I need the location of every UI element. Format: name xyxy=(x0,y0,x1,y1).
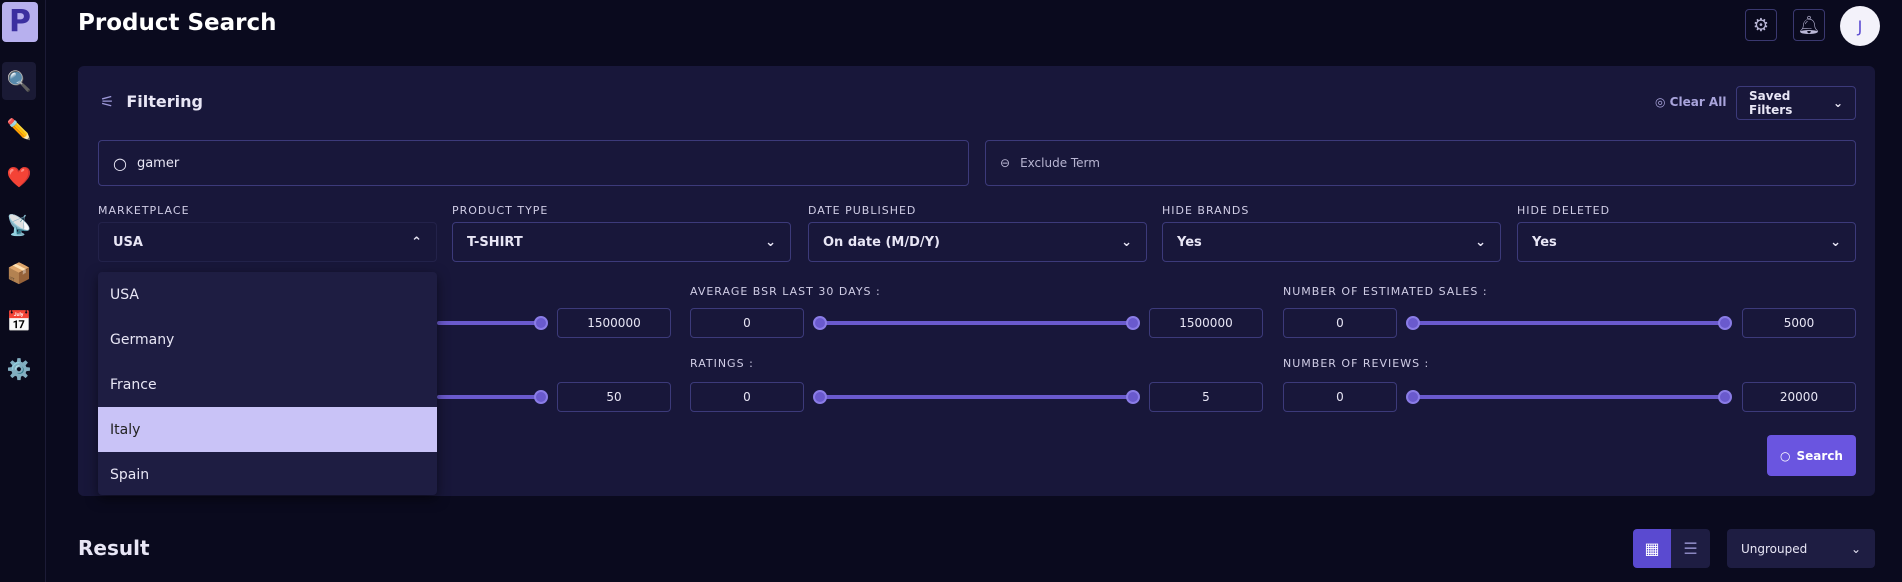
grouping-value: Ungrouped xyxy=(1741,541,1808,556)
select-label: DATE PUBLISHED xyxy=(808,204,917,217)
range-slider-track[interactable] xyxy=(437,390,548,404)
sidebar: P 🔍 ✏️ ❤️ 📡 📦 📅 ⚙️ xyxy=(0,0,46,582)
range-label: RATINGS : xyxy=(690,357,754,370)
chevron-down-icon: ⌄ xyxy=(1850,541,1861,556)
avatar[interactable]: J xyxy=(1840,6,1880,46)
range-max-input[interactable]: 1500000 xyxy=(557,308,671,338)
settings-button[interactable]: ⚙ xyxy=(1745,9,1777,41)
chevron-down-icon: ⌄ xyxy=(765,234,776,250)
range-slider-track[interactable] xyxy=(1406,316,1732,330)
chevron-up-icon: ⌃ xyxy=(411,234,422,250)
result-title: Result xyxy=(78,536,150,560)
range-max-handle[interactable] xyxy=(1126,390,1140,404)
range-max-handle[interactable] xyxy=(534,390,548,404)
saved-filters-dropdown[interactable]: Saved Filters ⌄ xyxy=(1736,86,1856,120)
select-3[interactable]: Yes ⌄ xyxy=(1162,222,1501,262)
range-slider-track[interactable] xyxy=(437,316,548,330)
list-icon: ☰ xyxy=(1683,539,1698,558)
exclude-placeholder: Exclude Term xyxy=(1020,156,1100,170)
range-max-handle[interactable] xyxy=(1126,316,1140,330)
bell-icon: 🔔︎ xyxy=(1797,14,1821,36)
pencil-icon[interactable]: ✏️ xyxy=(2,110,36,148)
marketplace-option[interactable]: Italy xyxy=(98,407,437,452)
select-value: Yes xyxy=(1532,234,1557,250)
app-logo[interactable]: P xyxy=(2,2,38,42)
gear-icon: ⚙ xyxy=(1752,14,1770,36)
grid-icon: ▦ xyxy=(1644,539,1660,558)
page-title: Product Search xyxy=(78,10,277,36)
range-max-input[interactable]: 1500000 xyxy=(1149,308,1263,338)
range-max-input[interactable]: 50 xyxy=(557,382,671,412)
range-min-handle[interactable] xyxy=(1406,390,1420,404)
range-slider-track[interactable] xyxy=(813,390,1140,404)
search-value: gamer xyxy=(136,155,180,171)
range-min-input[interactable]: 0 xyxy=(690,308,804,338)
select-2[interactable]: On date (M/D/Y) ⌄ xyxy=(808,222,1147,262)
magnifier-icon[interactable]: 🔍 xyxy=(2,62,36,100)
select-value: On date (M/D/Y) xyxy=(823,234,940,250)
list-view-button[interactable]: ☰ xyxy=(1671,529,1710,568)
marketplace-options: USA Germany France Italy Spain xyxy=(98,272,437,495)
range-min-handle[interactable] xyxy=(813,316,827,330)
range-min-input[interactable]: 0 xyxy=(690,382,804,412)
select-value: Yes xyxy=(1177,234,1202,250)
select-value: USA xyxy=(113,234,143,250)
filtering-title: Filtering xyxy=(126,92,203,111)
chevron-down-icon: ⌄ xyxy=(1830,234,1841,250)
calendar-icon[interactable]: 📅 xyxy=(2,302,36,340)
minus-circle-icon: ⊖ xyxy=(1000,156,1011,170)
range-max-input[interactable]: 20000 xyxy=(1742,382,1856,412)
range-label: AVERAGE BSR LAST 30 DAYS : xyxy=(690,285,881,298)
select-label: HIDE BRANDS xyxy=(1162,204,1250,217)
clear-icon: ◎ xyxy=(1655,95,1666,109)
range-max-input[interactable]: 5000 xyxy=(1742,308,1856,338)
chevron-down-icon: ⌄ xyxy=(1121,234,1132,250)
chevron-down-icon: ⌄ xyxy=(1475,234,1486,250)
sliders-icon: ⚟ xyxy=(100,92,115,111)
select-1[interactable]: T-SHIRT ⌄ xyxy=(452,222,791,262)
marketplace-option[interactable]: France xyxy=(98,362,437,407)
search-button-label: Search xyxy=(1796,448,1843,463)
search-icon: ○ xyxy=(113,153,127,173)
marketplace-option[interactable]: Spain xyxy=(98,452,437,497)
range-max-handle[interactable] xyxy=(1718,316,1732,330)
box-icon[interactable]: 📦 xyxy=(2,254,36,292)
chevron-down-icon: ⌄ xyxy=(1832,96,1843,110)
clear-all-label: Clear All xyxy=(1669,95,1727,109)
search-button[interactable]: ○ Search xyxy=(1767,435,1856,476)
range-slider-track[interactable] xyxy=(813,316,1140,330)
range-min-input[interactable]: 0 xyxy=(1283,382,1397,412)
search-icon: ○ xyxy=(1780,448,1791,463)
range-max-handle[interactable] xyxy=(534,316,548,330)
range-max-handle[interactable] xyxy=(1718,390,1732,404)
range-min-handle[interactable] xyxy=(1406,316,1420,330)
select-label: MARKETPLACE xyxy=(98,204,190,217)
range-max-input[interactable]: 5 xyxy=(1149,382,1263,412)
saved-filters-label: Saved Filters xyxy=(1749,89,1793,117)
select-label: HIDE DELETED xyxy=(1517,204,1611,217)
select-label: PRODUCT TYPE xyxy=(452,204,549,217)
select-4[interactable]: Yes ⌄ xyxy=(1517,222,1856,262)
search-input[interactable]: ○ gamer xyxy=(98,140,969,186)
marketplace-option[interactable]: USA xyxy=(98,272,437,317)
notifications-button[interactable]: 🔔︎ xyxy=(1793,9,1825,41)
satellite-dish-icon[interactable]: 📡 xyxy=(2,206,36,244)
range-label: NUMBER OF ESTIMATED SALES : xyxy=(1283,285,1488,298)
grid-view-button[interactable]: ▦ xyxy=(1633,529,1671,568)
exclude-term-input[interactable]: ⊖ Exclude Term xyxy=(985,140,1856,186)
heart-icon[interactable]: ❤️ xyxy=(2,158,36,196)
select-value: T-SHIRT xyxy=(467,234,523,250)
gear-icon[interactable]: ⚙️ xyxy=(2,350,36,388)
grouping-dropdown[interactable]: Ungrouped ⌄ xyxy=(1727,529,1875,568)
marketplace-option[interactable]: Germany xyxy=(98,317,437,362)
range-label: NUMBER OF REVIEWS : xyxy=(1283,357,1430,370)
range-min-input[interactable]: 0 xyxy=(1283,308,1397,338)
clear-all-button[interactable]: ◎ Clear All xyxy=(1655,95,1726,109)
range-min-handle[interactable] xyxy=(813,390,827,404)
range-slider-track[interactable] xyxy=(1406,390,1732,404)
select-0[interactable]: USA ⌃ xyxy=(98,222,437,262)
filtering-header: ⚟ Filtering xyxy=(100,92,203,111)
